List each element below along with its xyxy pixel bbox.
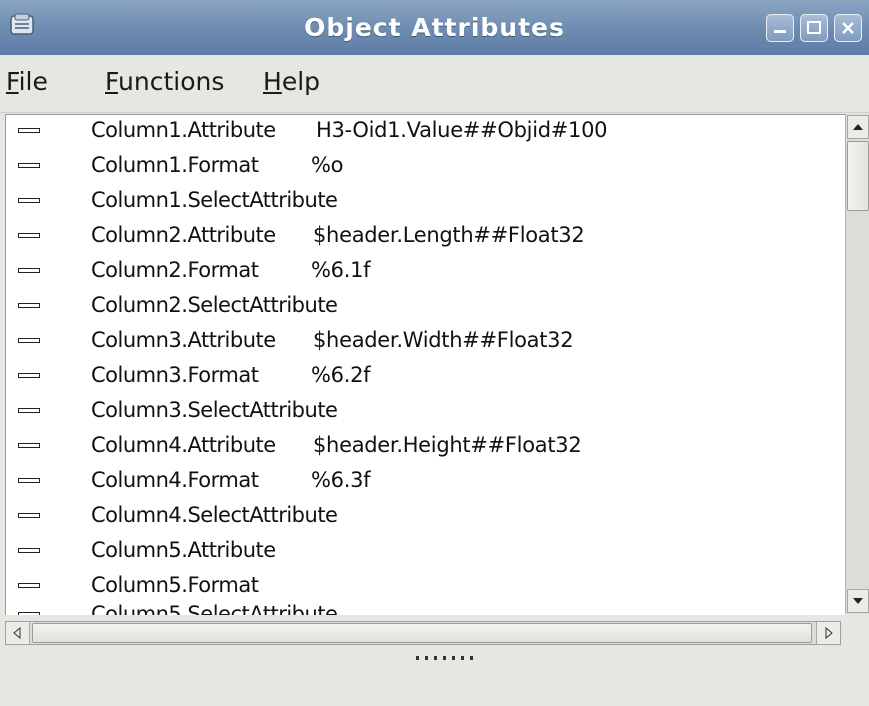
arrow-up-icon <box>853 124 863 130</box>
attribute-leaf-icon <box>18 612 40 615</box>
attribute-name: Column2.Format <box>91 258 259 282</box>
attribute-name: Column5.Format <box>91 573 259 597</box>
attribute-row[interactable]: Column2.SelectAttribute <box>6 290 846 325</box>
attribute-leaf-icon <box>18 303 40 308</box>
attribute-name: Column2.SelectAttribute <box>91 293 338 317</box>
maximize-icon <box>807 21 821 34</box>
menu-file-label: ile <box>18 67 48 96</box>
menu-bar: File Functions Help <box>0 55 869 113</box>
attribute-value: %6.1f <box>311 258 371 282</box>
window-title: Object Attributes <box>304 13 565 42</box>
vertical-scrollbar[interactable] <box>845 114 869 614</box>
menu-help[interactable]: Help <box>263 67 320 96</box>
attribute-leaf-icon <box>18 443 40 448</box>
attribute-row[interactable]: Column4.Format %6.3f <box>6 465 846 500</box>
attribute-row[interactable]: Column5.Attribute <box>6 535 846 570</box>
close-icon <box>842 22 854 34</box>
menu-file[interactable]: File <box>6 67 48 96</box>
attribute-row[interactable]: Column1.SelectAttribute <box>6 185 846 220</box>
scroll-up-button[interactable] <box>847 115 869 139</box>
attribute-name: Column4.Attribute <box>91 433 276 457</box>
attribute-row[interactable]: Column1.Attribute H3-Oid1.Value##Objid#1… <box>6 115 846 150</box>
maximize-button[interactable] <box>800 14 828 42</box>
attribute-row[interactable]: Column1.Format %o <box>6 150 846 185</box>
menu-file-mnemonic: F <box>6 67 19 96</box>
attribute-name: Column3.Format <box>91 363 259 387</box>
menu-functions[interactable]: Functions <box>105 67 224 96</box>
arrow-right-icon <box>825 626 833 640</box>
attribute-leaf-icon <box>18 163 40 168</box>
attribute-name: Column4.Format <box>91 468 259 492</box>
attribute-name: Column3.Attribute <box>91 328 276 352</box>
attribute-row[interactable]: Column3.Format %6.2f <box>6 360 846 395</box>
attribute-value: %6.3f <box>311 468 371 492</box>
attribute-row[interactable]: Column4.SelectAttribute <box>6 500 846 535</box>
menu-help-label: elp <box>281 67 321 96</box>
attribute-value: %o <box>311 153 344 177</box>
attribute-name: Column5.SelectAttribute <box>91 602 338 615</box>
title-bar[interactable]: Object Attributes <box>0 0 869 55</box>
attribute-leaf-icon <box>18 373 40 378</box>
attribute-name: Column1.SelectAttribute <box>91 188 338 212</box>
close-button[interactable] <box>834 14 862 42</box>
attribute-row[interactable]: Column3.SelectAttribute <box>6 395 846 430</box>
attribute-row[interactable]: Column3.Attribute $header.Width##Float32 <box>6 325 846 360</box>
attribute-leaf-icon <box>18 128 40 133</box>
attribute-name: Column5.Attribute <box>91 538 276 562</box>
arrow-left-icon <box>13 626 21 640</box>
attribute-row[interactable]: Column4.Attribute $header.Height##Float3… <box>6 430 846 465</box>
minimize-button[interactable] <box>766 14 794 42</box>
attribute-value: H3-Oid1.Value##Objid#100 <box>316 118 608 142</box>
scroll-right-button[interactable] <box>816 622 840 644</box>
attribute-leaf-icon <box>18 478 40 483</box>
menu-functions-mnemonic: F <box>105 67 119 96</box>
attribute-leaf-icon <box>18 408 40 413</box>
attribute-name: Column3.SelectAttribute <box>91 398 338 422</box>
attribute-leaf-icon <box>18 583 40 588</box>
attribute-leaf-icon <box>18 548 40 553</box>
menu-functions-label: unctions <box>118 67 225 96</box>
arrow-down-icon <box>853 598 863 604</box>
attribute-row[interactable]: Column2.Format %6.1f <box>6 255 846 290</box>
attribute-name: Column1.Attribute <box>91 118 276 142</box>
scroll-left-button[interactable] <box>6 622 30 644</box>
attribute-leaf-icon <box>18 268 40 273</box>
attribute-name: Column1.Format <box>91 153 259 177</box>
minimize-icon <box>774 30 786 33</box>
status-area <box>0 660 869 706</box>
horizontal-scrollbar[interactable] <box>5 621 841 645</box>
vertical-scroll-thumb[interactable] <box>847 141 869 211</box>
scroll-down-button[interactable] <box>847 589 869 613</box>
attribute-leaf-icon <box>18 338 40 343</box>
attribute-value: $header.Height##Float32 <box>313 433 582 457</box>
attribute-row[interactable]: Column5.SelectAttribute <box>6 599 846 615</box>
attribute-name: Column4.SelectAttribute <box>91 503 338 527</box>
attribute-value: %6.2f <box>311 363 371 387</box>
horizontal-scroll-thumb[interactable] <box>32 623 812 643</box>
menu-help-mnemonic: H <box>263 67 282 96</box>
attribute-leaf-icon <box>18 233 40 238</box>
attribute-list[interactable]: Column1.Attribute H3-Oid1.Value##Objid#1… <box>5 114 846 615</box>
attribute-value: $header.Width##Float32 <box>313 328 574 352</box>
attribute-row[interactable]: Column2.Attribute $header.Length##Float3… <box>6 220 846 255</box>
attribute-leaf-icon <box>18 513 40 518</box>
attribute-leaf-icon <box>18 198 40 203</box>
attribute-value: $header.Length##Float32 <box>313 223 585 247</box>
attribute-name: Column2.Attribute <box>91 223 276 247</box>
